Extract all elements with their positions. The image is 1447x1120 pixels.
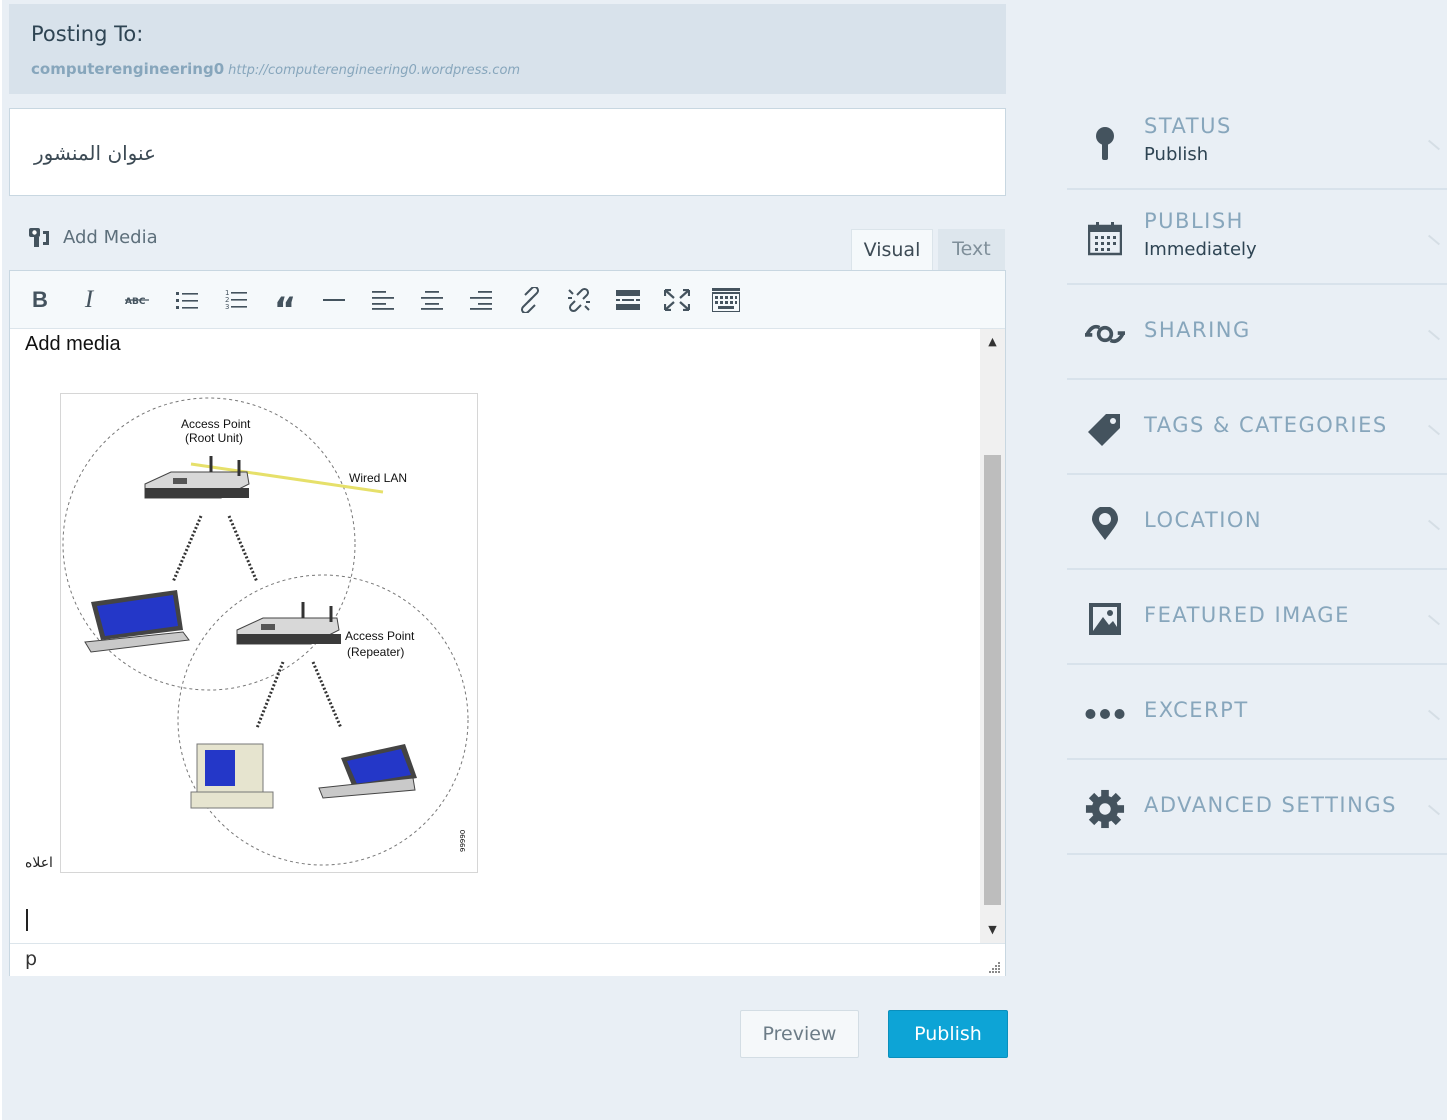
chevron-icon — [1427, 424, 1441, 436]
chevron-icon — [1427, 709, 1441, 721]
scrollbar-thumb[interactable] — [984, 455, 1001, 905]
fullscreen-icon — [664, 289, 690, 311]
bulleted-list-icon — [176, 292, 198, 309]
numbered-list-icon: 123 — [225, 289, 247, 311]
image-caption[interactable]: اعلاه — [25, 855, 53, 871]
sidebar-item-sharing[interactable]: SHARING — [1067, 284, 1447, 380]
editor-toolbar: B I ABC 123 “ — [10, 271, 1005, 330]
sidebar-item-title: STATUS — [1144, 114, 1232, 138]
sidebar-item-title: EXCERPT — [1144, 698, 1249, 722]
horizontal-rule-button[interactable] — [317, 284, 351, 316]
preview-button[interactable]: Preview — [740, 1010, 859, 1058]
scroll-down-arrow[interactable]: ▼ — [980, 919, 1005, 939]
site-name[interactable]: computerengineering0 — [31, 60, 224, 78]
numbered-list-button[interactable]: 123 — [219, 284, 253, 316]
bulleted-list-button[interactable] — [170, 284, 204, 316]
sharing-icon — [1085, 316, 1125, 352]
gear-icon — [1085, 789, 1125, 829]
align-left-button[interactable] — [366, 284, 400, 316]
editor-statusbar: p — [10, 943, 1005, 976]
editor-content[interactable]: Add media Access Point (Root Unit) Wired… — [10, 329, 980, 943]
ellipsis-icon — [1085, 696, 1125, 732]
tag-icon — [1085, 411, 1125, 447]
align-right-icon — [470, 291, 492, 310]
sidebar-item-excerpt[interactable]: EXCERPT — [1067, 664, 1447, 760]
unlink-icon — [568, 287, 590, 313]
align-right-button[interactable] — [464, 284, 498, 316]
wired-lan-label: Wired LAN — [349, 471, 407, 485]
horizontal-rule-icon — [323, 299, 345, 301]
remove-link-button[interactable] — [562, 284, 596, 316]
site-info[interactable]: computerengineering0 http://computerengin… — [31, 60, 520, 78]
bold-button[interactable]: B — [23, 284, 57, 316]
scroll-up-arrow[interactable]: ▲ — [980, 331, 1005, 351]
post-title-text[interactable]: عنوان المنشور — [34, 141, 156, 165]
resize-grip-icon[interactable] — [989, 961, 1001, 973]
site-url[interactable]: http://computerengineering0.wordpress.co… — [228, 63, 520, 78]
tab-text[interactable]: Text — [938, 229, 1005, 270]
ap-repeater-label-2: (Repeater) — [347, 645, 404, 659]
publish-button[interactable]: Publish — [888, 1010, 1008, 1058]
image-icon — [1085, 601, 1125, 637]
ap-root-label-2: (Root Unit) — [185, 431, 243, 445]
chevron-icon — [1427, 139, 1441, 151]
strikethrough-button[interactable]: ABC — [121, 284, 155, 316]
add-media-label: Add Media — [63, 226, 158, 248]
strikethrough-icon: ABC — [125, 297, 149, 306]
sidebar-item-advanced-settings[interactable]: ADVANCED SETTINGS — [1067, 759, 1447, 855]
sidebar-item-featured-image[interactable]: FEATURED IMAGE — [1067, 569, 1447, 665]
calendar-icon — [1085, 221, 1125, 257]
add-media-icon — [29, 228, 49, 247]
align-center-icon — [421, 291, 443, 310]
blockquote-button[interactable]: “ — [268, 284, 302, 330]
sidebar-item-title: PUBLISH — [1144, 209, 1244, 233]
sidebar-item-status[interactable]: STATUS Publish — [1067, 94, 1447, 190]
post-editor: B I ABC 123 “ Add media Access Point (Ro… — [9, 270, 1006, 976]
sidebar-item-publish[interactable]: PUBLISH Immediately — [1067, 189, 1447, 285]
read-more-button[interactable] — [611, 284, 645, 316]
chevron-icon — [1427, 519, 1441, 531]
sidebar-item-title: LOCATION — [1144, 508, 1263, 532]
align-left-icon — [372, 291, 394, 310]
fullscreen-button[interactable] — [660, 284, 694, 316]
add-media-button[interactable]: Add Media — [28, 225, 158, 249]
sidebar-item-title: ADVANCED SETTINGS — [1144, 793, 1397, 817]
link-icon — [520, 287, 540, 313]
svg-text:3: 3 — [225, 303, 229, 311]
network-diagram-image[interactable]: Access Point (Root Unit) Wired LAN Acces… — [60, 393, 478, 873]
posting-to-label: Posting To: — [31, 22, 144, 46]
sidebar-item-location[interactable]: LOCATION — [1067, 474, 1447, 570]
location-icon — [1085, 506, 1125, 542]
post-title-field[interactable]: عنوان المنشور — [9, 108, 1006, 196]
toolbar-toggle-button[interactable] — [709, 284, 743, 316]
svg-text:ABC: ABC — [125, 297, 146, 306]
sidebar-item-title: FEATURED IMAGE — [1144, 603, 1350, 627]
network-diagram: Access Point (Root Unit) Wired LAN Acces… — [62, 397, 469, 866]
sidebar-item-title: TAGS & CATEGORIES — [1144, 413, 1388, 437]
chevron-icon — [1427, 614, 1441, 626]
text-cursor — [26, 909, 28, 931]
italic-button[interactable]: I — [72, 284, 106, 316]
read-more-icon — [616, 290, 640, 310]
keyboard-icon — [712, 288, 740, 312]
ap-root-label-1: Access Point — [181, 417, 251, 431]
sidebar-item-value: Publish — [1144, 144, 1209, 165]
editor-scrollbar[interactable]: ▲ ▼ — [980, 329, 1005, 943]
ap-repeater-label-1: Access Point — [345, 629, 415, 643]
tab-visual[interactable]: Visual — [851, 229, 933, 271]
chevron-icon — [1427, 804, 1441, 816]
content-first-line[interactable]: Add media — [25, 333, 121, 356]
chevron-icon — [1427, 234, 1441, 246]
sidebar-item-tags-categories[interactable]: TAGS & CATEGORIES — [1067, 379, 1447, 475]
window-edge — [0, 0, 2, 1120]
chevron-icon — [1427, 329, 1441, 341]
sidebar-item-title: SHARING — [1144, 318, 1251, 342]
insert-link-button[interactable] — [513, 284, 547, 316]
sidebar-item-value: Immediately — [1144, 239, 1257, 260]
pin-icon — [1085, 126, 1125, 162]
align-center-button[interactable] — [415, 284, 449, 316]
element-path[interactable]: p — [25, 948, 37, 970]
figure-number: 99990 — [459, 830, 467, 852]
posting-to-header: Posting To: computerengineering0 http://c… — [9, 4, 1006, 94]
